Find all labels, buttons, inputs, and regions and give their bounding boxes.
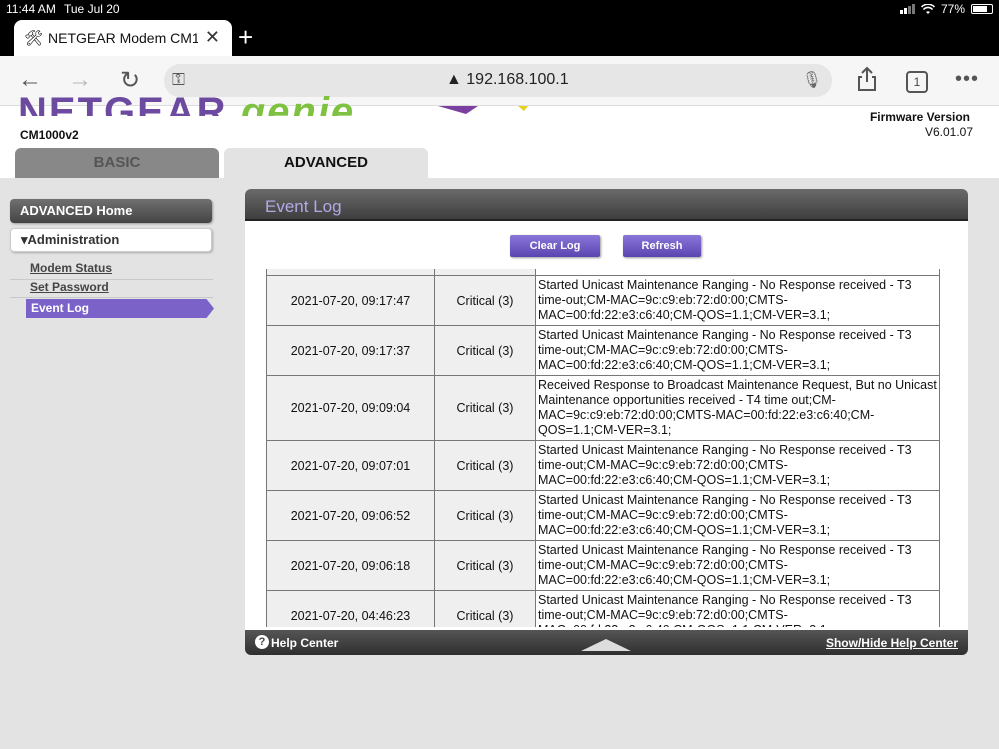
microphone-icon[interactable]: 🎙 xyxy=(802,70,822,90)
table-row: 2021-07-20, 09:17:37 Critical (3) Started … xyxy=(266,325,940,376)
log-time: 2021-07-20, 09:06:52 xyxy=(266,490,435,541)
sidebar-administration-label: Administration xyxy=(27,232,120,247)
clear-log-button[interactable]: Clear Log xyxy=(510,235,600,257)
sidebar-advanced-home[interactable]: ADVANCED Home xyxy=(10,199,212,223)
log-description: Received Response to Broadcast Maintenan… xyxy=(535,375,940,441)
password-key-icon[interactable]: ⚿ xyxy=(172,70,185,90)
sidebar-administration[interactable]: ▾Administration xyxy=(10,228,212,252)
log-level: Critical (3) xyxy=(434,375,536,441)
log-level: Critical (3) xyxy=(434,490,536,541)
firmware-label: Firmware Version xyxy=(869,110,970,124)
help-expand-grip-icon[interactable] xyxy=(581,637,631,651)
log-time: 2021-07-20, 09:17:37 xyxy=(266,325,435,376)
log-time: 2021-07-20, 04:46:23 xyxy=(266,590,435,627)
log-level: Critical (3) xyxy=(434,540,536,591)
log-level: Critical (3) xyxy=(434,440,536,491)
close-tab-icon[interactable]: ✕ xyxy=(205,27,220,48)
more-options-icon[interactable]: ••• xyxy=(955,68,979,91)
browser-tab[interactable]: 🛠 NETGEAR Modem CM1000v2 ✕ xyxy=(14,20,232,56)
refresh-button[interactable]: Refresh xyxy=(623,235,701,257)
status-bar: 11:44 AM Tue Jul 20 77% xyxy=(0,0,999,18)
log-description: Started Unicast Maintenance Ranging - No… xyxy=(535,440,940,491)
log-time: 2021-07-20, 09:07:01 xyxy=(266,440,435,491)
log-description: Started Unicast Maintenance Ranging - No… xyxy=(535,590,940,627)
panel-title: Event Log xyxy=(265,197,342,216)
log-time: 2021-07-20, 09:17:47 xyxy=(266,275,435,326)
log-level: Critical (3) xyxy=(434,590,536,627)
status-date: Tue Jul 20 xyxy=(64,2,120,16)
tab-count-button[interactable]: 1 xyxy=(906,71,928,93)
status-indicators: 77% xyxy=(899,2,993,16)
browser-tab-strip: 🛠 NETGEAR Modem CM1000v2 ✕ + xyxy=(0,18,999,56)
sidebar-item-set-password[interactable]: Set Password xyxy=(30,280,109,294)
help-question-icon[interactable]: ? xyxy=(255,635,269,649)
table-row: 2021-07-20, 09:17:47 Critical (3) Started … xyxy=(266,275,940,326)
browser-tab-title: NETGEAR Modem CM1000v2 xyxy=(48,30,198,46)
sidebar-item-modem-status[interactable]: Modem Status xyxy=(30,261,112,275)
table-row: 2021-07-20, 09:06:18 Critical (3) Started … xyxy=(266,540,940,591)
cellular-signal-icon xyxy=(899,4,915,14)
wifi-icon xyxy=(920,3,935,14)
battery-icon xyxy=(971,4,993,14)
firmware-version: V6.01.07 xyxy=(924,125,973,139)
show-hide-help-link[interactable]: Show/Hide Help Center xyxy=(826,636,958,650)
help-center-label[interactable]: Help Center xyxy=(271,636,338,650)
battery-percent: 77% xyxy=(940,2,965,16)
log-description: Started Unicast Maintenance Ranging - No… xyxy=(535,325,940,376)
log-time: 2021-07-20, 09:09:04 xyxy=(266,375,435,441)
status-time: 11:44 AM xyxy=(6,2,56,16)
log-level: Critical (3) xyxy=(434,325,536,376)
tab-basic[interactable]: BASIC xyxy=(15,148,219,178)
table-row: 2021-07-20, 09:09:04 Critical (3) Received… xyxy=(266,375,940,441)
event-log-scroll-area[interactable]: 2021-07-20, 09:17:47 Critical (3) Started … xyxy=(266,269,940,627)
address-url[interactable]: ▲ 192.168.100.1 xyxy=(446,71,569,89)
page-header: NETGEAR genie CM1000v2 Firmware Version … xyxy=(0,90,999,178)
table-row: 2021-07-20, 09:07:01 Critical (3) Started … xyxy=(266,440,940,491)
log-level: Critical (3) xyxy=(434,275,536,326)
sidebar-divider xyxy=(10,297,213,298)
log-time: 2021-07-20, 09:06:18 xyxy=(266,540,435,591)
help-center-bar: ? Help Center Show/Hide Help Center xyxy=(245,630,968,655)
new-tab-icon[interactable]: + xyxy=(238,22,253,53)
netgear-genie-logo: NETGEAR genie xyxy=(18,90,356,116)
genie-logo-shape-icon xyxy=(438,106,528,114)
table-row: 2021-07-20, 09:06:52 Critical (3) Started … xyxy=(266,490,940,541)
netgear-favicon-icon: 🛠 xyxy=(24,30,44,47)
table-row: 2021-07-20, 04:46:23 Critical (3) Started … xyxy=(266,590,940,627)
log-description: Started Unicast Maintenance Ranging - No… xyxy=(535,490,940,541)
event-log-table: 2021-07-20, 09:17:47 Critical (3) Started … xyxy=(266,269,940,627)
model-name: CM1000v2 xyxy=(20,128,79,142)
sidebar-item-event-log[interactable]: Event Log xyxy=(26,299,214,318)
share-icon[interactable] xyxy=(856,66,878,92)
tab-advanced[interactable]: ADVANCED xyxy=(224,148,428,178)
event-log-panel: Event Log Clear Log Refresh 2021-07-20, … xyxy=(245,189,968,655)
log-description: Started Unicast Maintenance Ranging - No… xyxy=(535,275,940,326)
panel-header: Event Log xyxy=(245,189,968,221)
log-description: Started Unicast Maintenance Ranging - No… xyxy=(535,540,940,591)
